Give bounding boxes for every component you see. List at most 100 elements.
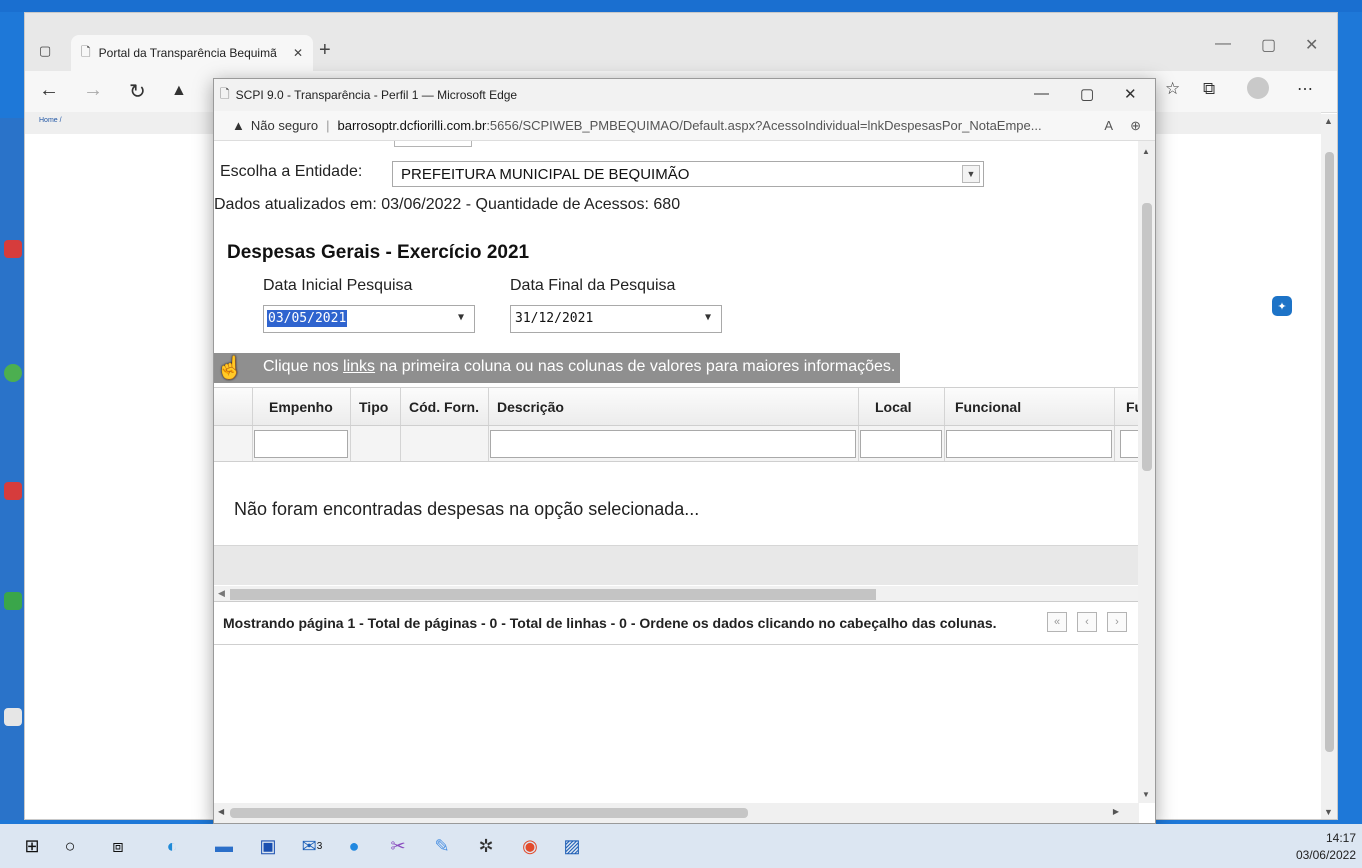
scroll-up-icon[interactable]: ▲ [1324, 116, 1333, 126]
clock[interactable]: 14:17 03/06/2022 [1296, 830, 1356, 864]
column-header-fu[interactable]: Fu [1114, 388, 1139, 425]
minimize-icon[interactable]: — [1034, 85, 1049, 102]
security-label[interactable]: Não seguro [251, 118, 318, 133]
info-link[interactable]: links [343, 358, 375, 375]
start-icon[interactable]: ⊞ [20, 834, 44, 858]
chrome-icon[interactable]: ◉ [518, 834, 542, 858]
back-icon[interactable]: ← [39, 79, 59, 102]
entity-select[interactable]: PREFEITURA MUNICIPAL DE BEQUIMÃO ▼ [392, 161, 984, 187]
new-tab-icon[interactable]: + [319, 39, 331, 62]
snip-icon[interactable]: ✂ [386, 834, 410, 858]
grid-header: Empenho Tipo Cód. Forn. Descrição Local … [214, 388, 1139, 426]
favorites-icon[interactable]: ☆ [1165, 79, 1180, 99]
updated-text: Dados atualizados em: 03/06/2022 - Quant… [214, 196, 681, 213]
floating-action-icon[interactable]: ✦ [1272, 296, 1292, 316]
photos-icon[interactable]: ▨ [560, 834, 584, 858]
scroll-up-icon[interactable]: ▲ [1142, 147, 1150, 156]
zoom-icon[interactable]: ⊕ [1130, 118, 1141, 134]
outer-tab[interactable]: 🗋 Portal da Transparência Bequimã ✕ [71, 35, 313, 71]
warning-icon: ▲ [232, 118, 245, 133]
popup-horizontal-scrollbar[interactable]: ◀ ▶ [214, 803, 1139, 823]
divider [252, 426, 253, 461]
column-header-funcional[interactable]: Funcional [944, 388, 1114, 425]
warning-icon: ▲ [171, 82, 187, 99]
column-header-empenho[interactable]: Empenho [252, 388, 350, 425]
scroll-left-icon[interactable]: ◀ [218, 807, 224, 816]
desktop-icons-column [0, 118, 24, 820]
paint-icon[interactable]: ✎ [430, 834, 454, 858]
scroll-down-icon[interactable]: ▼ [1324, 807, 1333, 817]
desktop-app-icon[interactable] [4, 708, 22, 726]
next-page-icon[interactable]: › [1107, 612, 1127, 632]
maximize-icon[interactable]: ▢ [1080, 85, 1094, 103]
profile-avatar[interactable] [1247, 77, 1269, 99]
cut-off-control [394, 141, 472, 147]
scroll-thumb[interactable] [230, 589, 876, 600]
divider [858, 426, 859, 461]
minimize-icon[interactable]: — [1215, 35, 1231, 53]
scroll-left-icon[interactable]: ◀ [218, 588, 225, 599]
scroll-thumb[interactable] [230, 808, 748, 818]
refresh-icon[interactable]: ↻ [129, 79, 146, 104]
end-date-picker[interactable]: 31/12/2021 ▼ [510, 305, 722, 333]
edge-icon[interactable]: ◐ [160, 834, 184, 858]
popup-vertical-scrollbar[interactable]: ▲ ▼ [1138, 141, 1155, 803]
outer-tab-title: Portal da Transparência Bequimã [98, 46, 277, 60]
column-header-descricao[interactable]: Descrição [488, 388, 858, 425]
first-page-icon[interactable]: « [1047, 612, 1067, 632]
store-icon[interactable]: ▣ [256, 834, 280, 858]
close-icon[interactable]: ✕ [1305, 35, 1318, 55]
expenses-grid: Empenho Tipo Cód. Forn. Descrição Local … [214, 387, 1139, 462]
maximize-icon[interactable]: ▢ [1261, 35, 1276, 55]
url-path: :5656/SCPIWEB_PMBEQUIMAO/Default.aspx?Ac… [486, 118, 1042, 133]
mail-icon[interactable]: ✉ 3 [300, 834, 324, 858]
desktop-app-icon[interactable] [4, 592, 22, 610]
column-header-local[interactable]: Local [858, 388, 944, 425]
previous-page-icon[interactable]: ‹ [1077, 612, 1097, 632]
filter-empenho[interactable] [254, 430, 348, 458]
settings-icon[interactable]: ✲ [474, 834, 498, 858]
grid-filter-row [214, 426, 1139, 462]
clock-date: 03/06/2022 [1295, 848, 1356, 862]
divider [488, 426, 489, 461]
more-icon[interactable]: ⋯ [1297, 79, 1313, 99]
breadcrumb[interactable]: Home / [39, 117, 62, 124]
read-aloud-icon[interactable]: A [1104, 118, 1113, 133]
outer-scrollbar[interactable]: ▲ ▼ [1321, 114, 1337, 819]
scroll-thumb[interactable] [1325, 152, 1334, 752]
chevron-down-icon[interactable]: ▼ [962, 165, 980, 183]
search-icon[interactable]: ○ [58, 834, 82, 858]
page-icon: 🗋 [220, 86, 230, 101]
start-date-value[interactable]: 03/05/2021 [267, 310, 348, 327]
desktop-app-icon[interactable] [4, 364, 22, 382]
task-view-icon[interactable]: ⧈ [106, 834, 130, 858]
close-icon[interactable]: ✕ [293, 46, 303, 60]
column-header-cod-forn[interactable]: Cód. Forn. [400, 388, 488, 425]
desktop-app-icon[interactable] [4, 240, 22, 258]
forward-icon[interactable]: → [83, 79, 103, 102]
close-icon[interactable]: ✕ [1124, 85, 1137, 103]
outer-tab-bar: ▢ 🗋 Portal da Transparência Bequimã ✕ + … [25, 13, 1337, 71]
grid-horizontal-scrollbar[interactable]: ◀ [214, 586, 1139, 602]
address-bar[interactable]: ▲ Não seguro | barrosoptr.dcfiorilli.com… [214, 111, 1155, 141]
tab-actions-icon[interactable]: ▢ [39, 43, 51, 59]
drop-icon[interactable]: ● [342, 834, 366, 858]
page-content: Escolha a Entidade: PREFEITURA MUNICIPAL… [214, 141, 1139, 803]
filter-local[interactable] [860, 430, 942, 458]
grid-footer-band [214, 545, 1139, 585]
collections-icon[interactable]: ⧉ [1203, 79, 1215, 99]
start-date-picker[interactable]: 03/05/2021 ▼ [263, 305, 475, 333]
end-date-value[interactable]: 31/12/2021 [514, 311, 593, 326]
filter-fu[interactable] [1120, 430, 1139, 458]
caret-down-icon[interactable]: ▼ [458, 312, 464, 323]
desktop-app-icon[interactable] [4, 482, 22, 500]
filter-funcional[interactable] [946, 430, 1112, 458]
caret-down-icon[interactable]: ▼ [705, 312, 711, 323]
filter-descricao[interactable] [490, 430, 856, 458]
scroll-thumb[interactable] [1142, 203, 1152, 471]
column-header-tipo[interactable]: Tipo [350, 388, 400, 425]
start-date-label: Data Inicial Pesquisa [263, 277, 413, 294]
file-explorer-icon[interactable]: ▬ [212, 834, 236, 858]
scroll-right-icon[interactable]: ▶ [1113, 807, 1119, 816]
scroll-down-icon[interactable]: ▼ [1142, 790, 1150, 799]
